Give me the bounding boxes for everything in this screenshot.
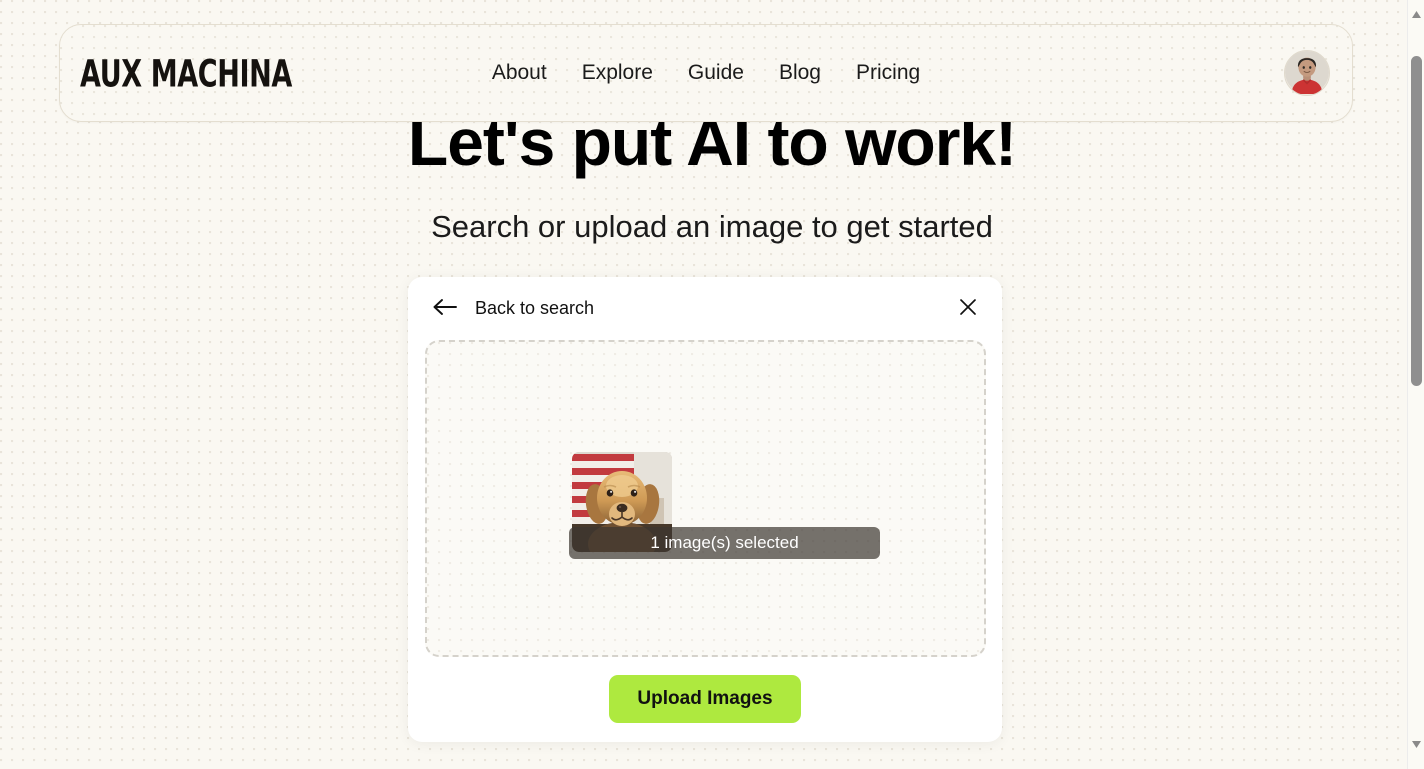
selection-count-overlay: 1 image(s) selected <box>569 527 880 559</box>
avatar-image <box>1285 51 1329 94</box>
modal-footer: Upload Images <box>408 675 1002 723</box>
scrollbar-down-arrow[interactable] <box>1408 736 1424 753</box>
selected-thumbnails: 1 image(s) selected <box>427 342 984 655</box>
avatar[interactable] <box>1284 50 1330 96</box>
selection-count-label: 1 image(s) selected <box>650 533 799 552</box>
nav-item-about[interactable]: About <box>492 61 547 85</box>
page-subtitle: Search or upload an image to get started <box>431 209 993 245</box>
nav-item-guide[interactable]: Guide <box>688 61 744 85</box>
site-header: AUX MACHINA About Explore Guide Blog Pri… <box>59 24 1353 122</box>
nav-item-blog[interactable]: Blog <box>779 61 821 85</box>
arrow-left-icon <box>432 297 458 320</box>
main-navigation: About Explore Guide Blog Pricing <box>60 61 1352 85</box>
scrollbar-thumb[interactable] <box>1411 56 1422 386</box>
hero-section: Let's put AI to work! Search or upload a… <box>0 107 1424 245</box>
modal-header: Back to search <box>408 277 1002 339</box>
upload-modal: Back to search 1 image(s) selected Uploa… <box>408 277 1002 742</box>
chevron-up-icon <box>1411 11 1421 18</box>
chevron-down-icon <box>1411 741 1421 748</box>
scrollbar-up-arrow[interactable] <box>1408 6 1424 23</box>
image-dropzone[interactable]: 1 image(s) selected <box>425 340 986 657</box>
nav-item-explore[interactable]: Explore <box>582 61 653 85</box>
close-modal-button[interactable] <box>954 294 982 322</box>
back-to-search-label: Back to search <box>475 297 595 318</box>
nav-item-pricing[interactable]: Pricing <box>856 61 920 85</box>
back-to-search-button[interactable]: Back to search <box>432 297 594 320</box>
close-icon <box>958 297 978 320</box>
app-root: AUX MACHINA About Explore Guide Blog Pri… <box>0 0 1424 769</box>
upload-images-button[interactable]: Upload Images <box>609 675 801 723</box>
page-scrollbar[interactable] <box>1407 0 1424 769</box>
